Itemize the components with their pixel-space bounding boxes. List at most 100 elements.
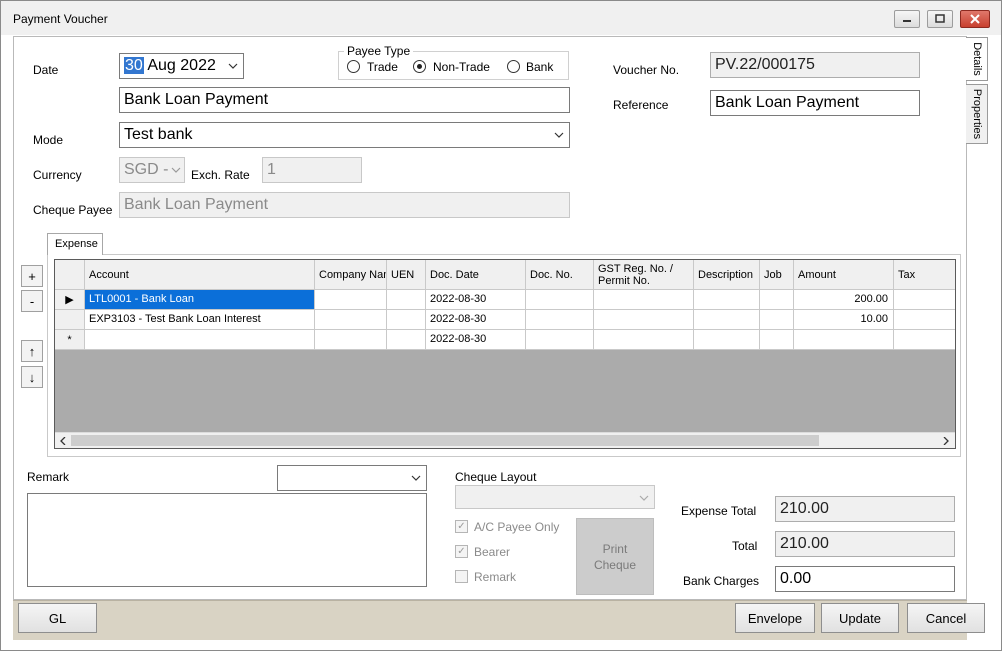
cheque-payee-label: Cheque Payee: [33, 203, 113, 217]
col-tax[interactable]: Tax: [894, 260, 955, 290]
table-cell[interactable]: [594, 330, 694, 350]
close-button[interactable]: [960, 10, 990, 28]
table-cell[interactable]: [760, 310, 794, 330]
gl-button[interactable]: GL: [18, 603, 97, 633]
col-gst-reg-no[interactable]: GST Reg. No. / Permit No.: [594, 260, 694, 290]
reference-label: Reference: [613, 98, 669, 112]
maximize-button[interactable]: [927, 10, 953, 28]
voucher-no-field: PV.22/000175: [710, 52, 920, 78]
table-row-amount[interactable]: [794, 330, 894, 350]
chevron-down-icon: [637, 489, 651, 507]
col-amount[interactable]: Amount: [794, 260, 894, 290]
mode-value: Test bank: [124, 126, 193, 143]
tab-properties[interactable]: Properties: [966, 84, 988, 144]
move-up-button[interactable]: ↑: [21, 340, 43, 362]
col-job[interactable]: Job: [760, 260, 794, 290]
close-icon: [970, 14, 980, 24]
ac-payee-only-checkbox[interactable]: ✓: [455, 520, 468, 533]
payee-type-title: Payee Type: [344, 44, 414, 58]
total-label: Total: [732, 539, 758, 553]
radio-non-trade[interactable]: [413, 60, 426, 73]
table-cell[interactable]: [894, 330, 955, 350]
col-description[interactable]: Description: [694, 260, 760, 290]
update-button[interactable]: Update: [821, 603, 899, 633]
table-cell[interactable]: [315, 310, 387, 330]
horizontal-scrollbar[interactable]: [55, 432, 955, 448]
remove-row-button[interactable]: -: [21, 290, 43, 312]
chevron-down-icon: [226, 57, 240, 75]
table-cell[interactable]: [594, 290, 694, 310]
tab-details[interactable]: Details: [966, 37, 988, 81]
remark-label: Remark: [27, 470, 70, 484]
maximize-icon: [935, 14, 945, 23]
row-marker[interactable]: ▶: [55, 290, 85, 310]
table-cell[interactable]: [760, 290, 794, 310]
date-label: Date: [33, 63, 59, 77]
radio-trade[interactable]: [347, 60, 360, 73]
table-row-doc-date[interactable]: 2022-08-30: [426, 290, 526, 310]
col-doc-date[interactable]: Doc. Date: [426, 260, 526, 290]
table-cell[interactable]: [894, 290, 955, 310]
radio-non-trade-label: Non-Trade: [433, 60, 490, 74]
radio-bank-label: Bank: [526, 60, 554, 74]
chevron-down-icon: [409, 469, 423, 487]
payment-voucher-window: Payment Voucher Details Properties Date …: [0, 0, 1002, 651]
description-input[interactable]: Bank Loan Payment: [119, 87, 570, 113]
remark-textarea[interactable]: [27, 493, 427, 587]
col-account[interactable]: Account: [85, 260, 315, 290]
radio-bank[interactable]: [507, 60, 520, 73]
table-row-account[interactable]: EXP3103 - Test Bank Loan Interest: [85, 310, 315, 330]
table-cell[interactable]: [387, 330, 426, 350]
cheque-layout-select[interactable]: [455, 485, 655, 509]
currency-label: Currency: [33, 168, 82, 182]
table-cell[interactable]: [694, 290, 760, 310]
table-row-account[interactable]: [85, 330, 315, 350]
table-row-account[interactable]: LTL0001 - Bank Loan: [85, 290, 315, 310]
table-cell[interactable]: [694, 330, 760, 350]
table-cell[interactable]: [526, 310, 594, 330]
table-cell[interactable]: [387, 290, 426, 310]
table-row-doc-date[interactable]: 2022-08-30: [426, 330, 526, 350]
add-row-button[interactable]: +: [21, 265, 43, 287]
table-row-doc-date[interactable]: 2022-08-30: [426, 310, 526, 330]
table-cell[interactable]: [526, 330, 594, 350]
col-company-name[interactable]: Company Name: [315, 260, 387, 290]
table-row-amount[interactable]: 10.00: [794, 310, 894, 330]
date-picker[interactable]: 30 Aug 2022: [119, 53, 244, 79]
remark-template-select[interactable]: [277, 465, 427, 491]
table-cell[interactable]: [315, 330, 387, 350]
table-cell[interactable]: [760, 330, 794, 350]
table-row-amount[interactable]: 200.00: [794, 290, 894, 310]
table-cell[interactable]: [594, 310, 694, 330]
envelope-button[interactable]: Envelope: [735, 603, 815, 633]
table-cell[interactable]: [694, 310, 760, 330]
cheque-payee-field: Bank Loan Payment: [119, 192, 570, 218]
table-cell[interactable]: [387, 310, 426, 330]
chevron-right-icon[interactable]: [942, 437, 950, 445]
reference-input[interactable]: Bank Loan Payment: [710, 90, 920, 116]
cheque-layout-label: Cheque Layout: [455, 470, 537, 484]
print-cheque-button[interactable]: Print Cheque: [576, 518, 654, 595]
cheque-remark-checkbox[interactable]: [455, 570, 468, 583]
table-cell[interactable]: [526, 290, 594, 310]
table-cell[interactable]: [315, 290, 387, 310]
bank-charges-label: Bank Charges: [683, 574, 760, 588]
move-down-button[interactable]: ↓: [21, 366, 43, 388]
currency-select[interactable]: SGD -: [119, 157, 185, 183]
col-uen[interactable]: UEN: [387, 260, 426, 290]
row-marker[interactable]: *: [55, 330, 85, 350]
scrollbar-thumb[interactable]: [71, 435, 819, 446]
cancel-button[interactable]: Cancel: [907, 603, 985, 633]
grid-corner: [55, 260, 85, 290]
mode-select[interactable]: Test bank: [119, 122, 570, 148]
tab-expense[interactable]: Expense: [47, 233, 103, 255]
chevron-left-icon[interactable]: [59, 437, 67, 445]
minimize-button[interactable]: [894, 10, 920, 28]
ac-payee-only-label: A/C Payee Only: [474, 520, 560, 534]
expense-total-field: 210.00: [775, 496, 955, 522]
bearer-checkbox[interactable]: ✓: [455, 545, 468, 558]
table-cell[interactable]: [894, 310, 955, 330]
bank-charges-input[interactable]: 0.00: [775, 566, 955, 592]
col-doc-no[interactable]: Doc. No.: [526, 260, 594, 290]
row-marker[interactable]: [55, 310, 85, 330]
